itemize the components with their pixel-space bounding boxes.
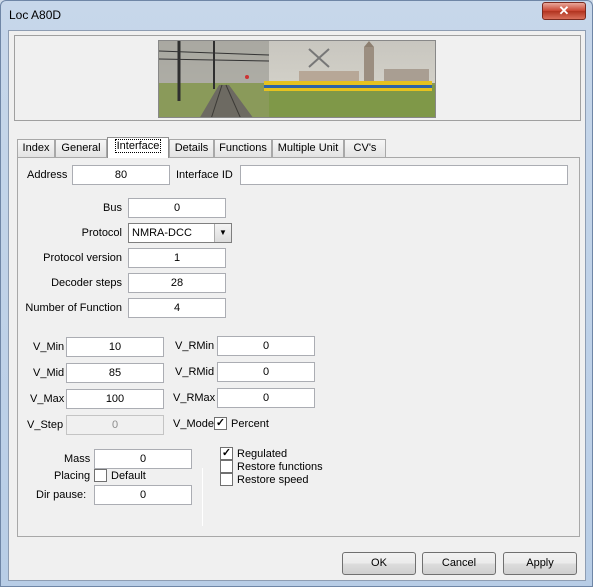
- default-checkbox[interactable]: [94, 469, 107, 482]
- address-label: Address: [27, 169, 68, 181]
- placing-label: Placing: [54, 470, 91, 482]
- protocol-value: NMRA-DCC: [132, 227, 192, 239]
- regulated-checkbox[interactable]: ✓: [220, 447, 233, 460]
- bus-label: Bus: [103, 202, 122, 214]
- interface-panel: Address 80 Interface ID Bus 0 Protocol N…: [17, 157, 580, 537]
- tab-label: Index: [22, 142, 50, 154]
- dir-pause-label: Dir pause:: [36, 489, 87, 501]
- vmode-label: V_Mode: [173, 418, 214, 430]
- close-button[interactable]: ✕: [542, 2, 586, 20]
- percent-checkbox[interactable]: ✓: [214, 417, 227, 430]
- restore-functions-label: Restore functions: [237, 461, 323, 473]
- vmid-label: V_Mid: [33, 367, 65, 379]
- decoder-steps-label: Decoder steps: [51, 277, 122, 289]
- tab-label: Details: [174, 142, 209, 154]
- vmax-label: V_Max: [30, 393, 65, 405]
- vertical-separator: [202, 468, 203, 526]
- vrmid-label: V_RMid: [175, 366, 215, 378]
- vrmax-label: V_RMax: [173, 392, 216, 404]
- number-of-function-field[interactable]: 4: [128, 298, 226, 318]
- tab-label: CV's: [353, 142, 377, 154]
- dialog-client-area: Index General Interface Details Function…: [8, 30, 586, 581]
- tab-cvs[interactable]: CV's: [344, 139, 386, 157]
- number-of-function-label: Number of Function: [25, 302, 122, 314]
- mass-label: Mass: [64, 453, 91, 465]
- tab-details[interactable]: Details: [169, 139, 214, 157]
- ok-button[interactable]: OK: [342, 552, 416, 575]
- decoder-steps-field[interactable]: 28: [128, 273, 226, 293]
- vrmax-field[interactable]: 0: [217, 388, 315, 408]
- tab-label: Multiple Unit: [277, 142, 339, 154]
- vmin-field[interactable]: 10: [66, 337, 164, 357]
- protocol-label: Protocol: [81, 227, 122, 239]
- protocol-version-label: Protocol version: [43, 252, 122, 264]
- railway-photo-icon: [159, 41, 435, 117]
- vmin-label: V_Min: [33, 341, 65, 353]
- cancel-button[interactable]: Cancel: [422, 552, 496, 575]
- window-title: Loc A80D: [9, 8, 62, 22]
- vrmin-label: V_RMin: [175, 340, 215, 352]
- restore-speed-label: Restore speed: [237, 474, 309, 486]
- tab-functions[interactable]: Functions: [214, 139, 272, 157]
- protocol-version-field[interactable]: 1: [128, 248, 226, 268]
- protocol-select[interactable]: NMRA-DCC ▼: [128, 223, 232, 243]
- percent-label: Percent: [231, 418, 269, 430]
- apply-button[interactable]: Apply: [503, 552, 577, 575]
- banner-frame: [14, 35, 581, 121]
- dialog-window: Loc A80D ✕ Index General Interface Detai…: [0, 0, 593, 587]
- interface-id-field[interactable]: [240, 165, 568, 185]
- vmax-field[interactable]: 100: [66, 389, 164, 409]
- vstep-field: 0: [66, 415, 164, 435]
- vstep-label: V_Step: [27, 419, 64, 431]
- tab-multiple-unit[interactable]: Multiple Unit: [272, 139, 344, 157]
- railway-banner-image: [158, 40, 436, 118]
- tab-general[interactable]: General: [55, 139, 107, 157]
- tab-label: Functions: [219, 142, 267, 154]
- regulated-label: Regulated: [237, 448, 288, 460]
- title-bar[interactable]: Loc A80D ✕: [1, 1, 592, 29]
- bus-field[interactable]: 0: [128, 198, 226, 218]
- dir-pause-field[interactable]: 0: [94, 485, 192, 505]
- default-label: Default: [111, 470, 146, 482]
- restore-speed-checkbox[interactable]: [220, 473, 233, 486]
- tab-index[interactable]: Index: [17, 139, 55, 157]
- tab-label: Interface: [114, 139, 162, 153]
- tab-interface[interactable]: Interface: [107, 137, 169, 158]
- address-field[interactable]: 80: [72, 165, 170, 185]
- vrmid-field[interactable]: 0: [217, 362, 315, 382]
- tab-strip: Index General Interface Details Function…: [17, 137, 577, 158]
- tab-label: General: [61, 142, 101, 154]
- chevron-down-icon[interactable]: ▼: [214, 224, 231, 242]
- interface-id-label: Interface ID: [176, 169, 233, 181]
- vmid-field[interactable]: 85: [66, 363, 164, 383]
- vrmin-field[interactable]: 0: [217, 336, 315, 356]
- restore-functions-checkbox[interactable]: [220, 460, 233, 473]
- mass-field[interactable]: 0: [94, 449, 192, 469]
